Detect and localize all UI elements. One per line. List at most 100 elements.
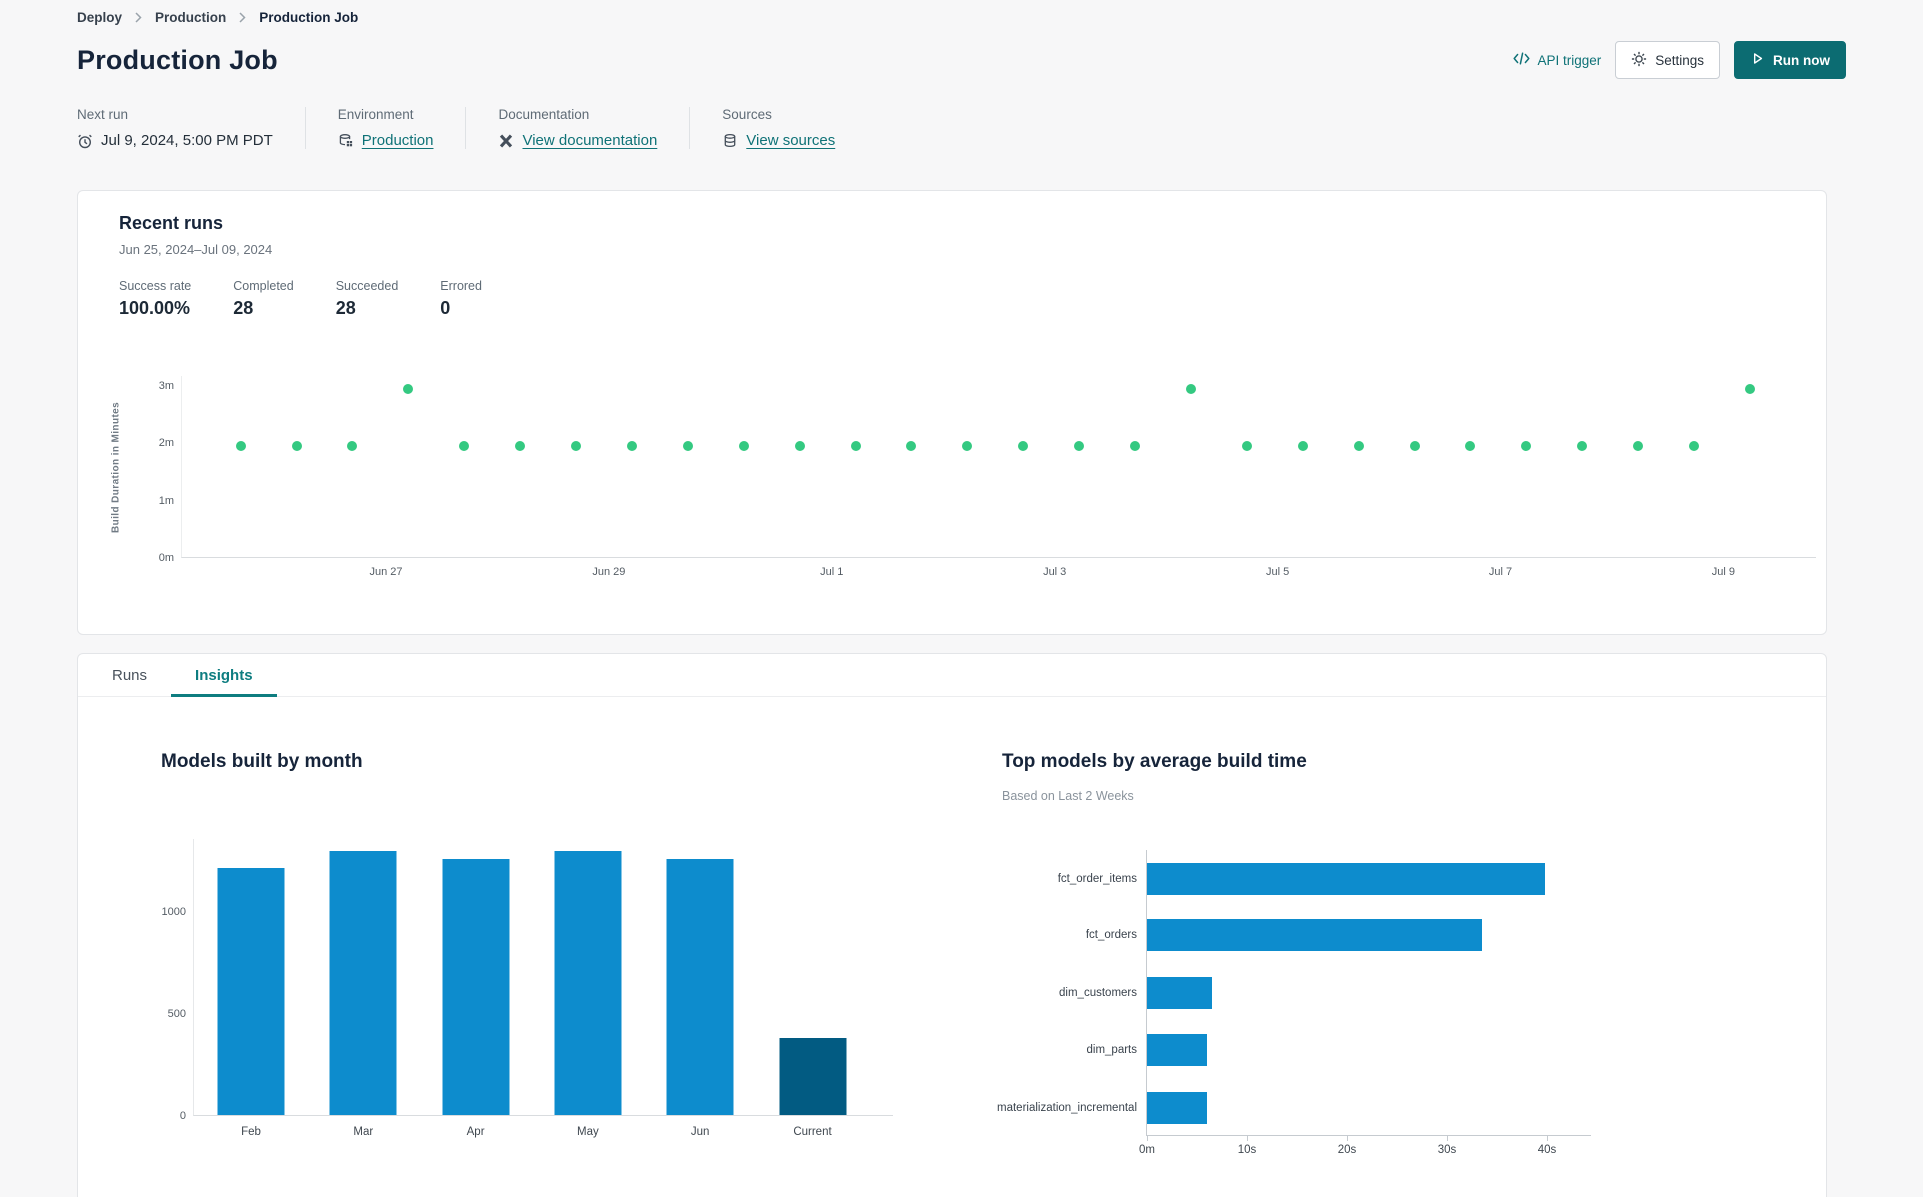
- scatter-x-tick-label: Jul 5: [1265, 566, 1290, 578]
- scatter-x-tick-label: Jul 7: [1488, 566, 1513, 578]
- api-trigger-label: API trigger: [1537, 52, 1602, 68]
- model-bar[interactable]: [1147, 977, 1212, 1009]
- run-dot[interactable]: [1241, 441, 1252, 452]
- model-bar[interactable]: [1147, 919, 1482, 951]
- run-dot[interactable]: [1633, 441, 1644, 452]
- scatter-y-tick-label: 0m: [158, 552, 174, 564]
- tab-insights[interactable]: Insights: [171, 654, 277, 697]
- environment-icon: [338, 133, 354, 149]
- model-bar[interactable]: [1147, 1034, 1207, 1066]
- header-actions: API trigger Settings Run now: [1513, 41, 1846, 79]
- gear-icon: [1631, 51, 1647, 70]
- page-title: Production Job: [77, 44, 278, 75]
- model-label: dim_parts: [1086, 1044, 1138, 1056]
- info-next-run: Next run Jul 9, 2024, 5:00 PM PDT: [77, 107, 306, 149]
- view-sources-link[interactable]: View sources: [746, 132, 835, 149]
- dbt-docs-icon: [498, 133, 514, 149]
- hbar-axis-tick: [1247, 1136, 1248, 1141]
- settings-button[interactable]: Settings: [1615, 41, 1720, 79]
- run-dot[interactable]: [1521, 441, 1532, 452]
- stat-succeeded: Succeeded 28: [335, 279, 399, 318]
- run-dot[interactable]: [571, 441, 581, 452]
- run-dot[interactable]: [1185, 383, 1196, 394]
- bar-y-tick-label: 0: [179, 1110, 186, 1122]
- recent-runs-title: Recent runs: [119, 213, 224, 233]
- run-dot[interactable]: [626, 441, 637, 452]
- run-dot[interactable]: [1465, 441, 1476, 452]
- breadcrumb-deploy[interactable]: Deploy: [77, 10, 122, 25]
- run-dot[interactable]: [962, 441, 973, 452]
- bar-x-tick-label: May: [577, 1126, 599, 1138]
- run-dot[interactable]: [459, 441, 470, 452]
- run-dot[interactable]: [1297, 441, 1308, 452]
- next-run-value: Jul 9, 2024, 5:00 PM PDT: [101, 132, 273, 149]
- hbar-x-tick-label: 20s: [1337, 1144, 1357, 1156]
- info-environment: Environment Production: [306, 107, 467, 149]
- run-dot[interactable]: [1353, 441, 1364, 452]
- environment-label: Environment: [337, 107, 414, 122]
- run-dot[interactable]: [1744, 383, 1755, 394]
- model-bar[interactable]: [1147, 863, 1545, 895]
- scatter-x-tick-label: Jul 9: [1711, 566, 1736, 578]
- run-dot[interactable]: [347, 441, 358, 452]
- run-dot[interactable]: [794, 441, 805, 452]
- month-bar[interactable]: [779, 1038, 846, 1115]
- run-dot[interactable]: [1409, 441, 1420, 452]
- api-trigger-link[interactable]: API trigger: [1513, 52, 1601, 68]
- month-bar[interactable]: [329, 851, 397, 1115]
- run-dot[interactable]: [235, 441, 246, 452]
- job-page: Deploy Production Production Job Product…: [0, 0, 1923, 1197]
- scatter-y-axis-label: Build Duration in Minutes: [110, 401, 122, 533]
- view-documentation-link[interactable]: View documentation: [522, 132, 657, 149]
- stat-completed: Completed 28: [233, 279, 294, 318]
- environment-link[interactable]: Production: [362, 132, 434, 149]
- run-now-button[interactable]: Run now: [1734, 41, 1846, 79]
- model-label: dim_customers: [1059, 987, 1137, 999]
- run-now-label: Run now: [1773, 52, 1830, 68]
- tab-runs[interactable]: Runs: [88, 654, 171, 696]
- bar-y-tick-label: 1000: [161, 905, 186, 918]
- scatter-y-tick-label: 1m: [158, 494, 174, 507]
- model-bar[interactable]: [1147, 1092, 1207, 1124]
- run-dot[interactable]: [850, 441, 861, 452]
- info-sources: Sources View sources: [690, 107, 867, 149]
- bar-x-tick-label: Current: [793, 1126, 832, 1138]
- breadcrumb-production[interactable]: Production: [155, 10, 226, 25]
- run-dot[interactable]: [1130, 441, 1140, 452]
- scatter-x-tick-label: Jul 1: [820, 566, 844, 578]
- run-dot[interactable]: [403, 383, 414, 394]
- page-header: Deploy Production Production Job Product…: [0, 0, 1923, 149]
- scatter-x-tick-label: Jun 27: [369, 566, 403, 578]
- run-dot[interactable]: [291, 441, 302, 452]
- hbar-x-tick-label: 40s: [1537, 1144, 1557, 1156]
- recent-runs-card: Recent runs Jun 25, 2024–Jul 09, 2024 Su…: [77, 190, 1827, 635]
- tab-bar: Runs Insights: [78, 654, 1826, 697]
- bar-x-tick-label: Apr: [466, 1126, 485, 1138]
- run-dot[interactable]: [1018, 441, 1029, 452]
- recent-runs-date-range: Jun 25, 2024–Jul 09, 2024: [119, 242, 273, 257]
- database-icon: [722, 133, 738, 149]
- run-dot[interactable]: [738, 441, 749, 452]
- month-bar[interactable]: [554, 851, 622, 1115]
- top-models-subtitle: Based on Last 2 Weeks: [1002, 789, 1134, 803]
- month-bar[interactable]: [442, 859, 510, 1115]
- models-by-month-plot: 0 500 1000 Feb Mar Apr May Jun Current: [162, 839, 893, 1138]
- stat-errored: Errored 0: [440, 279, 482, 318]
- run-dot[interactable]: [682, 441, 693, 452]
- run-dot[interactable]: [515, 441, 526, 452]
- month-bar[interactable]: [217, 867, 285, 1115]
- run-dot[interactable]: [906, 441, 917, 452]
- stat-success-rate: Success rate 100.00%: [119, 279, 192, 318]
- hbar-x-tick-label: 0m: [1139, 1144, 1155, 1156]
- scatter-x-tick-label: Jun 29: [592, 566, 626, 578]
- run-dot[interactable]: [1689, 441, 1699, 452]
- bar-x-tick-label: Jun: [690, 1126, 710, 1138]
- info-documentation: Documentation View documentation: [466, 107, 691, 149]
- run-dot[interactable]: [1577, 441, 1588, 452]
- month-bar[interactable]: [666, 859, 734, 1115]
- hbar-axis-tick: [1147, 1136, 1148, 1141]
- run-stats: Success rate 100.00% Completed 28 Succee…: [119, 279, 482, 319]
- scatter-y-tick-label: 3m: [158, 380, 174, 393]
- hbar-x-tick-label: 30s: [1437, 1144, 1457, 1156]
- run-dot[interactable]: [1074, 441, 1085, 452]
